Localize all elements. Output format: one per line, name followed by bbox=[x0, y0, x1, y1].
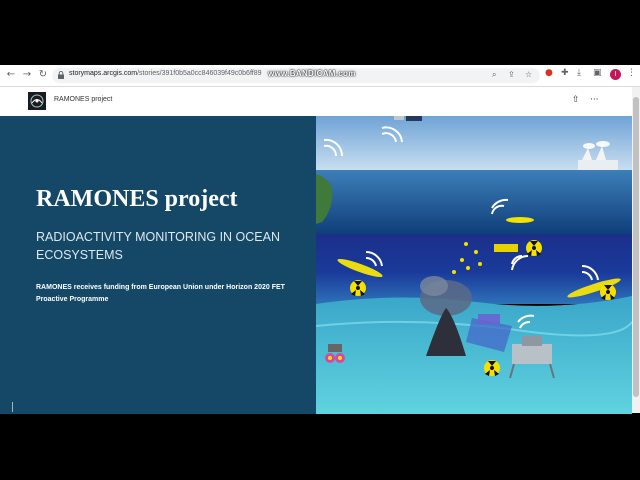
cover-subtitle: RADIOACTIVITY MONITORING IN OCEAN ECOSYS… bbox=[36, 230, 281, 262]
share-icon[interactable]: ⇪ bbox=[508, 70, 515, 79]
avatar[interactable]: I bbox=[610, 69, 621, 80]
storymap-header: RAMONES project ⇧ ··· bbox=[0, 87, 632, 116]
page-title: RAMONES project bbox=[36, 186, 238, 212]
hero-image bbox=[316, 116, 632, 414]
funding-note: RAMONES receives funding from European U… bbox=[36, 284, 285, 303]
zoom-icon[interactable]: ⌕ bbox=[492, 70, 496, 80]
star-icon[interactable]: ☆ bbox=[525, 70, 532, 79]
sidebar-icon[interactable]: ▣ bbox=[593, 68, 602, 78]
reload-icon[interactable]: ↻ bbox=[37, 69, 49, 81]
share-icon[interactable]: ⇧ bbox=[572, 95, 580, 105]
download-icon[interactable]: ⤓ bbox=[577, 68, 581, 78]
sensor-box bbox=[478, 314, 500, 324]
url-text[interactable]: storymaps.arcgis.com/stories/391f0b5a0cc… bbox=[69, 70, 262, 77]
radiation-icon bbox=[600, 284, 616, 300]
page-scrollbar[interactable] bbox=[632, 87, 640, 413]
scrollbar-thumb[interactable] bbox=[633, 97, 639, 397]
storymap-title: RAMONES project bbox=[54, 96, 113, 103]
back-icon[interactable]: ← bbox=[5, 69, 17, 81]
extension-shield-icon[interactable]: ● bbox=[545, 68, 553, 78]
radiation-icon bbox=[526, 240, 542, 256]
extensions-puzzle-icon[interactable]: ✚ bbox=[561, 68, 569, 78]
lock-icon bbox=[58, 71, 64, 79]
scroll-indicator bbox=[12, 402, 13, 412]
more-icon[interactable]: ··· bbox=[590, 95, 599, 105]
recording-watermark: www.BANDICAM.com bbox=[268, 69, 356, 78]
menu-kebab-icon[interactable]: ⋮ bbox=[627, 68, 636, 78]
cover-panel: RAMONES project RADIOACTIVITY MONITORING… bbox=[0, 116, 316, 414]
forward-icon[interactable]: → bbox=[21, 69, 33, 81]
radiation-icon bbox=[484, 360, 500, 376]
radiation-icon bbox=[350, 280, 366, 296]
project-logo[interactable] bbox=[28, 92, 46, 110]
